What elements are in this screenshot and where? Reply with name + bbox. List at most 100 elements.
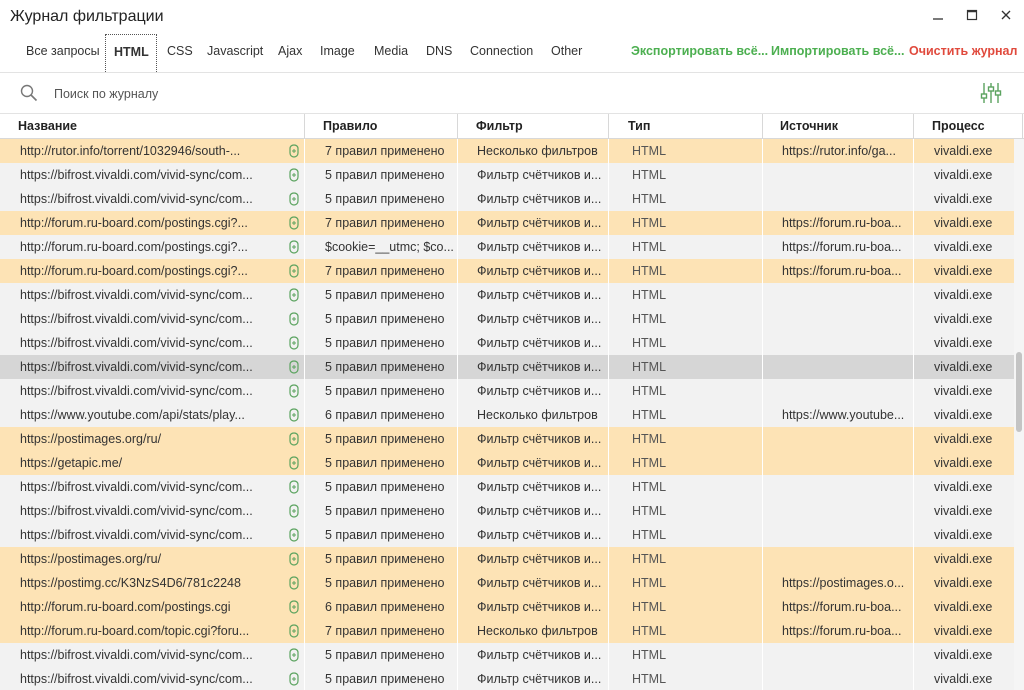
cell-rule: 5 правил применено — [325, 384, 445, 398]
table-row[interactable]: https://bifrost.vivaldi.com/vivid-sync/c… — [0, 379, 1014, 403]
cell-type: HTML — [632, 336, 667, 350]
cell-name: https://bifrost.vivaldi.com/vivid-sync/c… — [20, 288, 253, 302]
table-row[interactable]: http://forum.ru-board.com/postings.cgi?.… — [0, 211, 1014, 235]
table-row[interactable]: https://bifrost.vivaldi.com/vivid-sync/c… — [0, 331, 1014, 355]
cell-rule: $cookie=__utmc; $co... — [325, 240, 453, 254]
cell-rule: 5 правил применено — [325, 336, 445, 350]
column-header-rule[interactable]: Правило — [323, 114, 377, 138]
table-row[interactable]: https://bifrost.vivaldi.com/vivid-sync/c… — [0, 355, 1014, 379]
table-row[interactable]: https://bifrost.vivaldi.com/vivid-sync/c… — [0, 163, 1014, 187]
column-header-filter[interactable]: Фильтр — [476, 114, 523, 138]
cell-name: http://forum.ru-board.com/postings.cgi — [20, 600, 231, 614]
minimize-button[interactable] — [928, 6, 948, 24]
cell-process: vivaldi.exe — [934, 336, 993, 350]
cell-process: vivaldi.exe — [934, 624, 993, 638]
cell-rule: 6 правил применено — [325, 600, 445, 614]
rule-badge-icon — [289, 264, 299, 278]
tab-javascript[interactable]: Javascript — [199, 34, 271, 71]
import-all-button[interactable]: Импортировать всё... — [771, 44, 904, 58]
cell-name: https://bifrost.vivaldi.com/vivid-sync/c… — [20, 384, 253, 398]
tab-ajax[interactable]: Ajax — [270, 34, 310, 71]
cell-rule: 6 правил применено — [325, 408, 445, 422]
cell-rule: 5 правил применено — [325, 672, 445, 686]
cell-filter: Фильтр счётчиков и... — [477, 648, 602, 662]
cell-process: vivaldi.exe — [934, 264, 993, 278]
cell-filter: Фильтр счётчиков и... — [477, 384, 602, 398]
table-row[interactable]: http://rutor.info/torrent/1032946/south-… — [0, 139, 1014, 163]
table-row[interactable]: http://forum.ru-board.com/postings.cgi?.… — [0, 235, 1014, 259]
column-header-process[interactable]: Процесс — [932, 114, 985, 138]
tab-other[interactable]: Other — [543, 34, 590, 71]
table-row[interactable]: https://bifrost.vivaldi.com/vivid-sync/c… — [0, 667, 1014, 690]
table-row[interactable]: https://www.youtube.com/api/stats/play..… — [0, 403, 1014, 427]
cell-type: HTML — [632, 504, 667, 518]
cell-name: https://postimages.org/ru/ — [20, 552, 162, 566]
tab-dns[interactable]: DNS — [418, 34, 460, 71]
cell-process: vivaldi.exe — [934, 360, 993, 374]
cell-rule: 5 правил применено — [325, 456, 445, 470]
maximize-icon — [966, 9, 978, 21]
table-row[interactable]: https://postimg.cc/K3NzS4D6/781c2248 5 пр… — [0, 571, 1014, 595]
tab-css[interactable]: CSS — [159, 34, 201, 71]
export-all-button[interactable]: Экспортировать всё... — [631, 44, 768, 58]
cell-filter: Фильтр счётчиков и... — [477, 216, 602, 230]
cell-process: vivaldi.exe — [934, 528, 993, 542]
rule-badge-icon — [289, 144, 299, 158]
cell-source: https://rutor.info/ga... — [782, 144, 896, 158]
table-row[interactable]: https://bifrost.vivaldi.com/vivid-sync/c… — [0, 283, 1014, 307]
search-input[interactable] — [52, 83, 456, 105]
tab-image[interactable]: Image — [312, 34, 363, 71]
column-header-type[interactable]: Тип — [628, 114, 650, 138]
rule-badge-icon — [289, 672, 299, 686]
cell-process: vivaldi.exe — [934, 504, 993, 518]
cell-source — [782, 667, 910, 690]
cell-name: http://rutor.info/torrent/1032946/south-… — [20, 144, 241, 158]
search-icon — [20, 84, 38, 102]
table-row[interactable]: https://postimages.org/ru/5 правил приме… — [0, 547, 1014, 571]
table-row[interactable]: https://bifrost.vivaldi.com/vivid-sync/c… — [0, 523, 1014, 547]
cell-source: https://forum.ru-boa... — [782, 624, 902, 638]
table-row[interactable]: https://bifrost.vivaldi.com/vivid-sync/c… — [0, 499, 1014, 523]
scrollbar-thumb[interactable] — [1016, 352, 1022, 432]
cell-rule: 7 правил применено — [325, 264, 445, 278]
column-header-name[interactable]: Название — [18, 114, 77, 138]
table-row[interactable]: https://postimages.org/ru/5 правил приме… — [0, 427, 1014, 451]
table-row[interactable]: https://bifrost.vivaldi.com/vivid-sync/c… — [0, 307, 1014, 331]
cell-source — [782, 475, 910, 499]
table-row[interactable]: http://forum.ru-board.com/postings.cgi 6 … — [0, 595, 1014, 619]
table-row[interactable]: https://bifrost.vivaldi.com/vivid-sync/c… — [0, 187, 1014, 211]
cell-name: https://bifrost.vivaldi.com/vivid-sync/c… — [20, 192, 253, 206]
cell-source — [782, 499, 910, 523]
tab-html[interactable]: HTML — [105, 34, 157, 72]
close-button[interactable] — [996, 6, 1016, 24]
cell-type: HTML — [632, 312, 667, 326]
table-row[interactable]: http://forum.ru-board.com/topic.cgi?foru… — [0, 619, 1014, 643]
table-row[interactable]: https://getapic.me/5 правил применено Фил… — [0, 451, 1014, 475]
tab-connection[interactable]: Connection — [462, 34, 541, 71]
cell-process: vivaldi.exe — [934, 672, 993, 686]
cell-name: https://bifrost.vivaldi.com/vivid-sync/c… — [20, 648, 253, 662]
column-header-source[interactable]: Источник — [780, 114, 838, 138]
cell-process: vivaldi.exe — [934, 408, 993, 422]
cell-process: vivaldi.exe — [934, 552, 993, 566]
cell-rule: 5 правил применено — [325, 432, 445, 446]
tab-media[interactable]: Media — [366, 34, 416, 71]
cell-type: HTML — [632, 600, 667, 614]
rule-badge-icon — [289, 336, 299, 350]
cell-filter: Несколько фильтров — [477, 408, 598, 422]
cell-type: HTML — [632, 552, 667, 566]
table-row[interactable]: https://bifrost.vivaldi.com/vivid-sync/c… — [0, 643, 1014, 667]
cell-filter: Несколько фильтров — [477, 624, 598, 638]
table-row[interactable]: https://bifrost.vivaldi.com/vivid-sync/c… — [0, 475, 1014, 499]
cell-source — [782, 643, 910, 667]
cell-process: vivaldi.exe — [934, 600, 993, 614]
maximize-button[interactable] — [962, 6, 982, 24]
cell-type: HTML — [632, 576, 667, 590]
cell-name: https://bifrost.vivaldi.com/vivid-sync/c… — [20, 672, 253, 686]
minimize-icon — [933, 18, 943, 20]
cell-process: vivaldi.exe — [934, 240, 993, 254]
table-row[interactable]: http://forum.ru-board.com/postings.cgi?.… — [0, 259, 1014, 283]
tab-all-requests[interactable]: Все запросы — [18, 34, 108, 71]
filter-settings-icon[interactable] — [980, 81, 1002, 105]
clear-log-button[interactable]: Очистить журнал — [909, 44, 1017, 58]
